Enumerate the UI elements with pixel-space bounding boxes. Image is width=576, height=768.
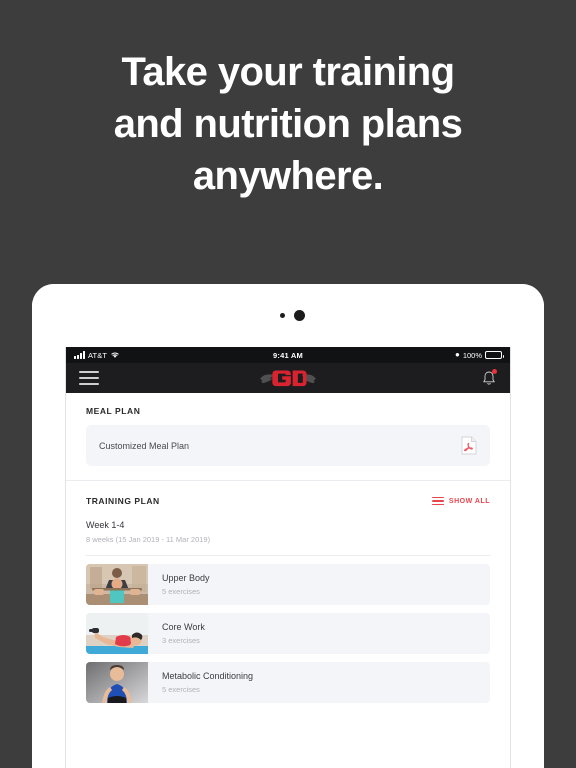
workout-meta: Metabolic Conditioning 5 exercises xyxy=(148,662,253,703)
week-summary: Week 1-4 8 weeks (15 Jan 2019 - 11 Mar 2… xyxy=(66,506,510,544)
training-plan-section-title: TRAINING PLAN xyxy=(86,496,160,506)
show-all-label: SHOW ALL xyxy=(448,497,490,505)
meal-plan-item-name: Customized Meal Plan xyxy=(99,440,190,451)
training-plan-header: TRAINING PLAN SHOW ALL xyxy=(66,481,510,506)
show-all-button[interactable]: SHOW ALL xyxy=(431,496,490,506)
device-top-bezel xyxy=(32,284,544,347)
meal-plan-section-title: MEAL PLAN xyxy=(86,406,141,416)
list-item[interactable]: Core Work 3 exercises xyxy=(86,613,490,654)
headline-line-1: Take your training xyxy=(121,50,456,94)
upper-body-thumbnail xyxy=(86,564,148,605)
workout-exercise-count: 5 exercises xyxy=(162,685,200,694)
brand-logo-icon xyxy=(66,368,510,388)
list-lines-icon xyxy=(431,496,444,506)
app-navigation-bar xyxy=(66,363,510,393)
promo-screenshot: Take your training and nutrition plans a… xyxy=(0,0,576,768)
workout-name: Core Work xyxy=(162,622,205,632)
week-date-range: 8 weeks (15 Jan 2019 - 11 Mar 2019) xyxy=(86,535,211,544)
battery-full-icon xyxy=(485,351,504,359)
tablet-device-mockup: AT&T 9:41 AM ● 100% MEAL PLAN Customized… xyxy=(32,284,544,768)
notification-badge-dot xyxy=(492,369,497,374)
pdf-file-icon[interactable] xyxy=(461,436,477,455)
workout-exercise-count: 3 exercises xyxy=(162,636,200,645)
sensor-dot-icon xyxy=(279,313,285,318)
workout-name: Upper Body xyxy=(162,573,210,583)
list-item[interactable]: Upper Body 5 exercises xyxy=(86,564,490,605)
meal-plan-card[interactable]: Customized Meal Plan xyxy=(86,425,490,466)
page-title: Take your training and nutrition plans a… xyxy=(0,46,576,202)
list-item[interactable]: Metabolic Conditioning 5 exercises xyxy=(86,662,490,703)
status-bar: AT&T 9:41 AM ● 100% xyxy=(66,347,510,363)
camera-dot-icon xyxy=(293,310,305,321)
hamburger-menu-icon[interactable] xyxy=(79,371,99,385)
workout-name: Metabolic Conditioning xyxy=(162,671,254,681)
workout-list: Upper Body 5 exercises Core Work 3 exerc… xyxy=(66,556,510,703)
status-bar-clock: 9:41 AM xyxy=(273,350,303,360)
bell-icon[interactable] xyxy=(481,369,497,387)
headline-line-2: and nutrition plans xyxy=(113,102,463,146)
device-screen: AT&T 9:41 AM ● 100% MEAL PLAN Customized… xyxy=(65,347,511,768)
week-label: Week 1-4 xyxy=(86,520,125,530)
workout-meta: Core Work 3 exercises xyxy=(148,613,205,654)
workout-exercise-count: 5 exercises xyxy=(162,587,200,596)
camera-cluster xyxy=(279,310,305,321)
screen-content: MEAL PLAN Customized Meal Plan TRAINING … xyxy=(66,393,510,768)
headline-line-3: anywhere. xyxy=(192,154,384,198)
metabolic-conditioning-thumbnail xyxy=(86,662,148,703)
core-work-thumbnail xyxy=(86,613,148,654)
workout-meta: Upper Body 5 exercises xyxy=(148,564,210,605)
